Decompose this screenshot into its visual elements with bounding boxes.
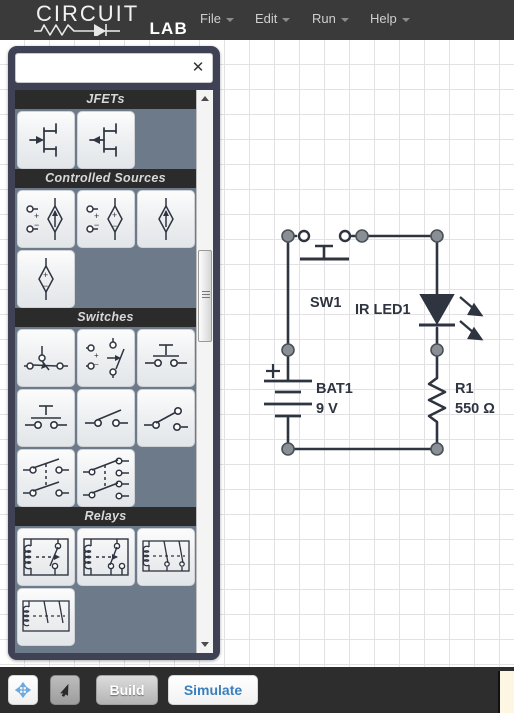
cursor-arrow-icon bbox=[60, 683, 69, 697]
category-tiles-jfets bbox=[15, 109, 196, 169]
category-header-relays: Relays bbox=[15, 507, 196, 526]
chevron-down-icon bbox=[225, 17, 234, 22]
svg-text:+: + bbox=[94, 351, 99, 360]
circuitlab-logo: CIRCUIT LAB bbox=[30, 1, 188, 39]
resistor-diode-icon bbox=[34, 24, 120, 36]
category-header-controlled-sources: Controlled Sources bbox=[15, 169, 196, 188]
simulate-button[interactable]: Simulate bbox=[168, 675, 258, 705]
label-r1: R1 bbox=[455, 381, 474, 397]
category-tiles-controlled-sources: + − + − + − + − bbox=[15, 188, 196, 308]
component-tile-spst-switch-closed[interactable] bbox=[137, 389, 195, 447]
bottom-toolbar: Build Simulate bbox=[0, 667, 514, 713]
category-tiles-switches: + − bbox=[15, 327, 196, 507]
select-tool-button[interactable] bbox=[50, 675, 80, 705]
scrollbar-up-button[interactable] bbox=[197, 90, 213, 107]
component-tile-vcvs[interactable]: + − + − bbox=[77, 190, 135, 248]
pan-tool-button[interactable] bbox=[8, 675, 38, 705]
circuit-nodes bbox=[281, 229, 444, 456]
component-tile-spst-switch[interactable] bbox=[77, 389, 135, 447]
chevron-down-icon bbox=[282, 17, 291, 22]
label-sw1: SW1 bbox=[310, 295, 342, 311]
category-header-jfets: JFETs bbox=[15, 90, 196, 109]
move-arrows-icon bbox=[15, 682, 31, 698]
chevron-down-icon bbox=[401, 17, 410, 22]
menu-edit[interactable]: Edit bbox=[255, 11, 291, 26]
label-bat1: BAT1 bbox=[316, 381, 353, 397]
component-tile-pushbutton-normally-open[interactable] bbox=[137, 329, 195, 387]
component-r1[interactable] bbox=[427, 376, 447, 424]
logo-text-lab: LAB bbox=[149, 19, 188, 38]
component-tile-dpdt-switch[interactable] bbox=[77, 449, 135, 507]
component-search-input[interactable] bbox=[16, 54, 188, 82]
palette-scrollbar[interactable] bbox=[196, 90, 213, 653]
svg-text:−: − bbox=[43, 281, 48, 291]
svg-text:−: − bbox=[112, 221, 117, 231]
svg-text:+: + bbox=[112, 210, 117, 220]
scrollbar-down-button[interactable] bbox=[197, 636, 213, 653]
build-button[interactable]: Build bbox=[96, 675, 158, 705]
menu-file-label: File bbox=[200, 11, 221, 26]
menu-help-label: Help bbox=[370, 11, 397, 26]
component-tile-pushbutton-normally-closed[interactable] bbox=[17, 389, 75, 447]
close-icon[interactable]: ✕ bbox=[187, 57, 209, 79]
label-ir-led1: IR LED1 bbox=[355, 302, 411, 318]
menu-file[interactable]: File bbox=[200, 11, 234, 26]
menu-edit-label: Edit bbox=[255, 11, 278, 26]
component-tile-vccs[interactable]: + − bbox=[17, 190, 75, 248]
svg-text:+: + bbox=[43, 270, 48, 280]
chevron-down-icon bbox=[340, 17, 349, 22]
menu-help[interactable]: Help bbox=[370, 11, 410, 26]
svg-text:−: − bbox=[94, 360, 99, 369]
menu-run-label: Run bbox=[312, 11, 336, 26]
category-header-switches: Switches bbox=[15, 308, 196, 327]
component-tile-p-channel-jfet[interactable] bbox=[77, 111, 135, 169]
component-tile-analog-switch[interactable]: + − bbox=[77, 329, 135, 387]
component-list[interactable]: JFETs Controlled Sources + − + − + − + −… bbox=[15, 90, 196, 653]
right-side-panel-edge[interactable] bbox=[498, 671, 514, 713]
component-tile-cccs[interactable] bbox=[137, 190, 195, 248]
top-menu-bar: CIRCUIT LAB File Edit Run Help bbox=[0, 0, 514, 40]
svg-text:−: − bbox=[94, 220, 99, 230]
component-tile-dpst-relay[interactable] bbox=[137, 528, 195, 586]
component-tile-voltage-controlled-switch[interactable] bbox=[17, 329, 75, 387]
triangle-down-icon bbox=[201, 642, 209, 647]
menu-run[interactable]: Run bbox=[312, 11, 349, 26]
label-r1-value: 550 Ω bbox=[455, 401, 495, 417]
component-tile-n-channel-jfet[interactable] bbox=[17, 111, 75, 169]
scrollbar-thumb[interactable] bbox=[198, 250, 212, 342]
component-ir-led1[interactable] bbox=[419, 294, 484, 341]
component-sw1[interactable] bbox=[297, 229, 352, 261]
search-row: ✕ bbox=[15, 53, 213, 83]
circuitlab-app: SW1 IR LED1 BAT1 9 V R1 550 Ω CIRCUIT LA… bbox=[0, 0, 514, 713]
component-tile-dpst-switch[interactable] bbox=[17, 449, 75, 507]
triangle-up-icon bbox=[201, 96, 209, 101]
component-tile-dpdt-relay[interactable] bbox=[17, 588, 75, 646]
svg-text:−: − bbox=[34, 220, 39, 230]
palette-body: JFETs Controlled Sources + − + − + − + −… bbox=[15, 90, 213, 653]
component-tile-spdt-relay[interactable] bbox=[77, 528, 135, 586]
label-bat1-value: 9 V bbox=[316, 401, 338, 417]
component-tile-ccvs[interactable]: + − bbox=[17, 250, 75, 308]
component-tile-spst-relay[interactable] bbox=[17, 528, 75, 586]
scrollbar-grip-icon bbox=[202, 291, 210, 292]
category-tiles-relays bbox=[15, 526, 196, 646]
component-palette: ✕ JFETs Controlled Sources + − + − + − +… bbox=[8, 46, 220, 660]
